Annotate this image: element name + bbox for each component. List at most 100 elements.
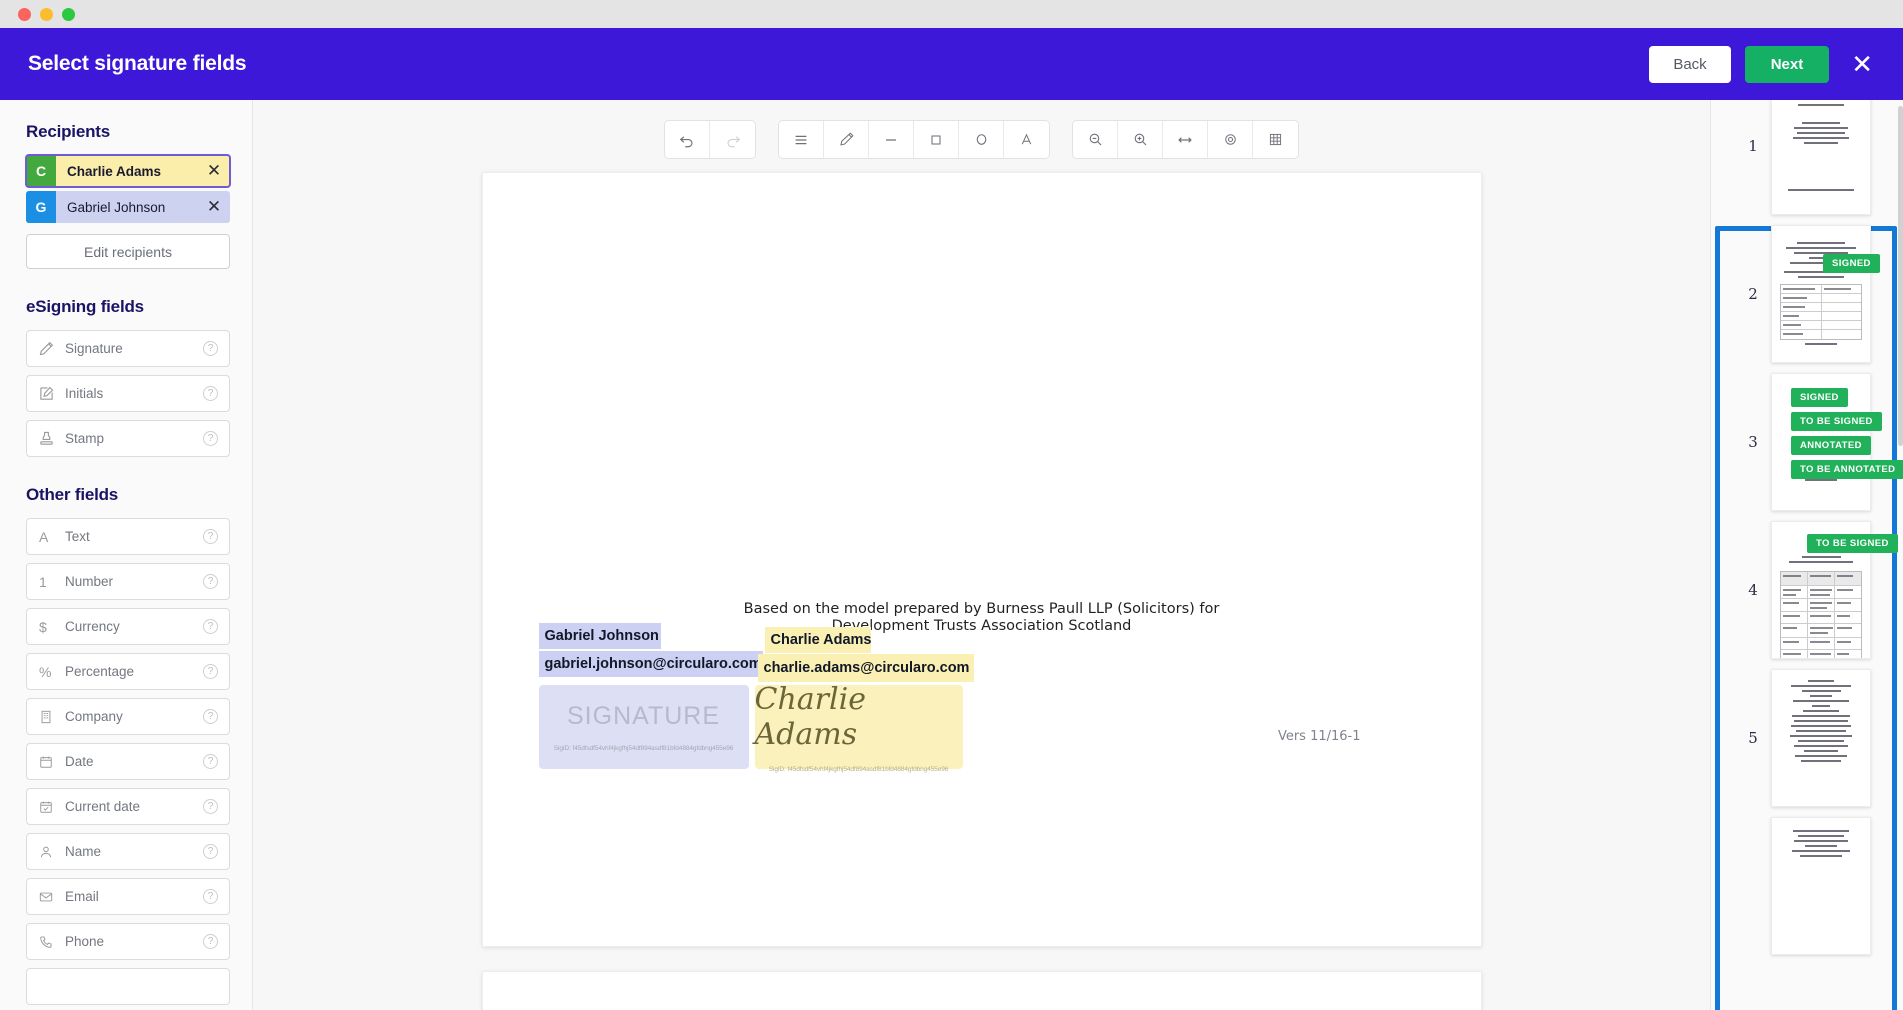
remove-recipient-icon[interactable]: ✕ — [198, 155, 230, 187]
thumbnail-page-3[interactable]: 3 SIGNED TO BE SIGNED ANNOTATED TO BE AN… — [1711, 368, 1903, 516]
toolbar-group-annotate — [778, 120, 1050, 159]
toolbar-group-history — [664, 120, 756, 159]
field-phone[interactable]: Phone ? — [26, 923, 230, 960]
help-icon[interactable]: ? — [203, 619, 218, 634]
back-button[interactable]: Back — [1649, 45, 1731, 83]
fit-page-icon[interactable] — [1208, 121, 1253, 158]
field-currency[interactable]: $ Currency ? — [26, 608, 230, 645]
document-page-2[interactable] — [481, 971, 1482, 1010]
help-icon[interactable]: ? — [203, 529, 218, 544]
thumbnail-page-6[interactable] — [1711, 812, 1903, 960]
thumbnail-page-5[interactable]: 5 — [1711, 664, 1903, 812]
help-icon[interactable]: ? — [203, 799, 218, 814]
thumbnail-page-1[interactable]: 1 — [1711, 100, 1903, 220]
signature-id: SigID: f45dfsdf54vhf4jkgfhj54df894asdf81… — [553, 745, 734, 752]
scrollbar-thumb[interactable] — [1898, 106, 1903, 446]
signature-field-charlie[interactable]: Charlie Adams SigID: f45dfsdf54vhf4jkgfh… — [754, 682, 963, 773]
field-initials[interactable]: Initials ? — [26, 375, 230, 412]
zoom-in-icon[interactable] — [1118, 121, 1163, 158]
square-icon[interactable] — [914, 121, 959, 158]
field-email[interactable]: Email ? — [26, 878, 230, 915]
line-icon[interactable] — [869, 121, 914, 158]
lines-icon[interactable] — [779, 121, 824, 158]
help-icon[interactable]: ? — [203, 754, 218, 769]
pages-scroll-container[interactable]: Based on the model prepared by Burness P… — [253, 172, 1710, 1010]
help-icon[interactable]: ? — [203, 574, 218, 589]
placed-field-name-charlie[interactable]: Charlie Adams — [764, 627, 872, 653]
field-percentage[interactable]: % Percentage ? — [26, 653, 230, 690]
status-badge-signed: SIGNED — [1823, 254, 1880, 273]
field-company[interactable]: Company ? — [26, 698, 230, 735]
percent-icon: % — [39, 663, 52, 680]
thumbnail-page-2[interactable]: 2 SIGNED — [1711, 220, 1903, 368]
help-icon[interactable]: ? — [203, 934, 218, 949]
close-icon[interactable]: ✕ — [1843, 49, 1881, 79]
help-icon[interactable]: ? — [203, 889, 218, 904]
fit-width-icon[interactable] — [1163, 121, 1208, 158]
status-badge-signed: SIGNED — [1791, 388, 1848, 407]
field-label: Company — [65, 709, 123, 724]
zoom-out-icon[interactable] — [1073, 121, 1118, 158]
thumbnail-number: 4 — [1748, 581, 1758, 599]
circle-icon[interactable] — [959, 121, 1004, 158]
help-icon[interactable]: ? — [203, 431, 218, 446]
recipient-avatar: G — [26, 191, 56, 223]
field-number[interactable]: 1 Number ? — [26, 563, 230, 600]
company-icon — [39, 710, 65, 724]
calendar-icon — [39, 755, 65, 769]
undo-icon[interactable] — [665, 121, 710, 158]
document-page-1[interactable]: Based on the model prepared by Burness P… — [481, 172, 1482, 947]
page-thumbnails-panel[interactable]: 1 2 SIGNED 3 SIGNED TO BE SIGNED ANNOTAT… — [1710, 100, 1903, 1010]
thumbnail-number: 1 — [1748, 137, 1758, 155]
help-icon[interactable]: ? — [203, 664, 218, 679]
field-label: Phone — [65, 934, 105, 949]
redo-icon[interactable] — [710, 121, 755, 158]
text-a-icon[interactable] — [1004, 121, 1049, 158]
thumbnail-page-4[interactable]: 4 TO BE SIGNED — [1711, 516, 1903, 664]
person-icon — [39, 845, 65, 859]
text-a-icon: A — [39, 528, 49, 545]
status-badge-to-be-signed: TO BE SIGNED — [1807, 534, 1898, 553]
placed-field-name-gabriel[interactable]: Gabriel Johnson — [538, 623, 661, 649]
remove-recipient-icon[interactable]: ✕ — [198, 191, 230, 223]
header-actions: Back Next ✕ — [1649, 45, 1881, 83]
window-maximize-button[interactable] — [62, 7, 75, 21]
edit-recipients-button[interactable]: Edit recipients — [26, 234, 230, 269]
field-current-date[interactable]: Current date ? — [26, 788, 230, 825]
field-stamp[interactable]: Stamp ? — [26, 420, 230, 457]
window-close-button[interactable] — [18, 7, 31, 21]
recipient-name: Charlie Adams — [67, 163, 162, 179]
field-name[interactable]: Name ? — [26, 833, 230, 870]
recipient-gabriel-johnson[interactable]: G Gabriel Johnson ✕ — [26, 191, 230, 223]
placed-field-email-charlie[interactable]: charlie.adams@circularo.com — [757, 654, 974, 682]
pencil-icon[interactable] — [824, 121, 869, 158]
app-header: Select signature fields Back Next ✕ — [0, 28, 1903, 100]
thumbnail-number: 3 — [1748, 433, 1758, 451]
help-icon[interactable]: ? — [203, 386, 218, 401]
field-label: Email — [65, 889, 99, 904]
thumbnail-table — [1780, 571, 1862, 658]
help-icon[interactable]: ? — [203, 844, 218, 859]
next-button[interactable]: Next — [1744, 45, 1830, 83]
recipient-charlie-adams[interactable]: C Charlie Adams ✕ — [25, 154, 231, 188]
thumbnail-number: 2 — [1748, 285, 1758, 303]
field-label: Signature — [65, 341, 123, 356]
help-icon[interactable]: ? — [203, 341, 218, 356]
field-label: Currency — [65, 619, 120, 634]
other-fields-heading: Other fields — [26, 485, 119, 504]
thumbnail-table — [1780, 284, 1862, 340]
signature-field-gabriel[interactable]: SIGNATURE SigID: f45dfsdf54vhf4jkgfhj54d… — [538, 685, 749, 769]
placed-field-email-gabriel[interactable]: gabriel.johnson@circularo.com — [538, 651, 763, 677]
field-signature[interactable]: Signature ? — [26, 330, 230, 367]
window-minimize-button[interactable] — [40, 7, 53, 21]
field-text[interactable]: A Text ? — [26, 518, 230, 555]
envelope-icon — [39, 890, 65, 904]
help-icon[interactable]: ? — [203, 709, 218, 724]
initials-icon — [39, 386, 65, 401]
field-date[interactable]: Date ? — [26, 743, 230, 780]
document-viewer: Based on the model prepared by Burness P… — [253, 100, 1710, 1010]
field-partial-next[interactable] — [26, 968, 230, 1005]
grid-icon[interactable] — [1253, 121, 1298, 158]
field-label: Name — [65, 844, 102, 859]
thumbnails-scrollbar[interactable] — [1898, 100, 1903, 1010]
